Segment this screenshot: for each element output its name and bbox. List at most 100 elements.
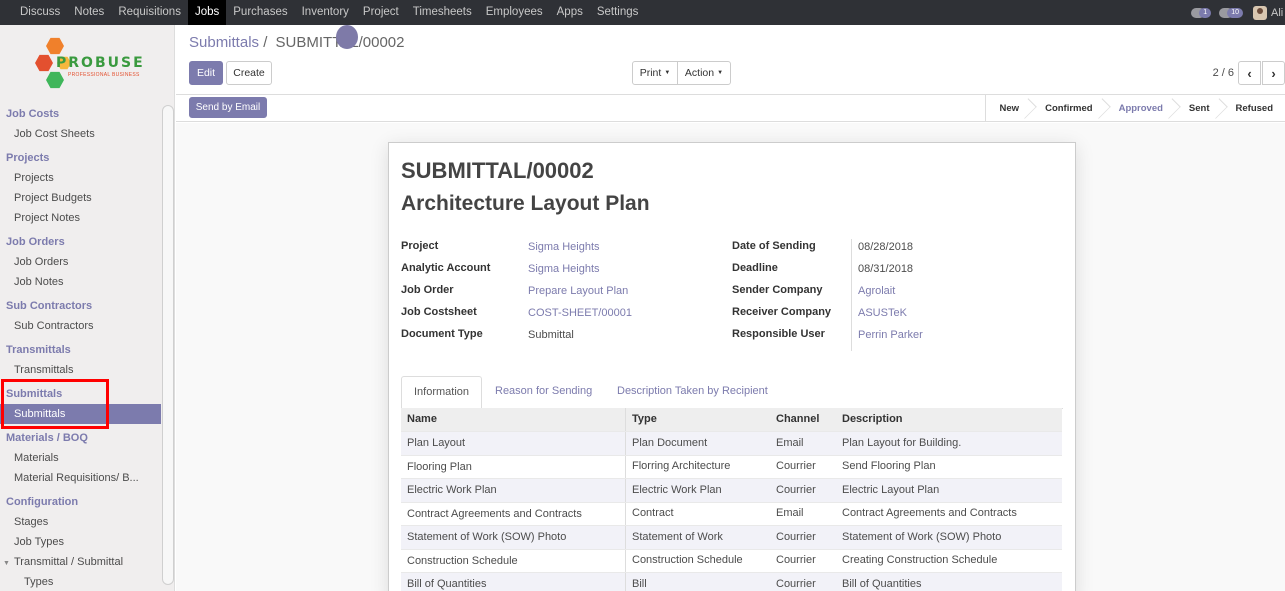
control-panel: Submittals / SUBMITTAL/00002 Edit Create…: [176, 25, 1285, 95]
stage-bar: New Confirmed Approved Sent Refused: [984, 95, 1285, 122]
sidebar-scrollbar[interactable]: [162, 105, 174, 585]
sidebar-item-materials[interactable]: Materials: [0, 448, 161, 468]
sidebar-section-configuration: Configuration: [6, 496, 79, 508]
sidebar-menu: Job Costs Job Cost Sheets Projects Projects…: [0, 100, 161, 591]
table-row[interactable]: Statement of Work (SOW) Photo Statement o…: [401, 526, 1062, 550]
table-row[interactable]: Construction Schedule Construction Schedu…: [401, 549, 1062, 573]
record-name: SUBMITTAL/00002: [401, 158, 594, 183]
sidebar-item-project-notes[interactable]: Project Notes: [0, 208, 161, 228]
field-value-analytic-account[interactable]: Sigma Heights: [528, 263, 600, 275]
sidebar-section-job-orders: Job Orders: [6, 236, 65, 248]
column-header-type[interactable]: Type: [626, 408, 770, 431]
sidebar-item-job-notes[interactable]: Job Notes: [0, 272, 161, 292]
sidebar-item-sub-contractors[interactable]: Sub Contractors: [0, 316, 161, 336]
sidebar-section-materials-boq: Materials / BOQ: [6, 432, 88, 444]
sidebar-item-submittals[interactable]: Submittals: [0, 404, 161, 424]
menu-inventory[interactable]: Inventory: [295, 0, 356, 25]
breadcrumb-parent[interactable]: Submittals: [189, 34, 259, 51]
column-header-name[interactable]: Name: [401, 408, 626, 431]
stage-approved[interactable]: Approved: [1105, 95, 1175, 122]
pager-next-button[interactable]: ›: [1262, 61, 1285, 85]
field-value-job-order[interactable]: Prepare Layout Plan: [528, 285, 628, 297]
table-row[interactable]: Electric Work Plan Electric Work Plan Cour…: [401, 479, 1062, 503]
tab-description-taken-by-recipient[interactable]: Description Taken by Recipient: [605, 376, 780, 409]
column-header-channel[interactable]: Channel: [770, 408, 836, 431]
table-row[interactable]: Bill of Quantities Bill Courrier Bill of Qu…: [401, 573, 1062, 591]
systray: 1 10 Ali: [1191, 0, 1285, 25]
stage-sent[interactable]: Sent: [1175, 95, 1222, 122]
field-value-project[interactable]: Sigma Heights: [528, 241, 600, 253]
sidebar-item-transmittal-submittal[interactable]: ▼ Transmittal / Submittal: [0, 552, 161, 572]
conversations-badge: 1: [1199, 7, 1212, 18]
field-label-job-order: Job Order: [401, 284, 454, 296]
print-dropdown[interactable]: Print ▼: [632, 61, 678, 85]
user-avatar[interactable]: [1253, 5, 1267, 20]
breadcrumb-separator: /: [263, 34, 268, 51]
pager-previous-button[interactable]: ‹: [1238, 61, 1261, 85]
sidebar-item-job-cost-sheets[interactable]: Job Cost Sheets: [0, 124, 161, 144]
table-cell-channel: Email: [776, 507, 804, 520]
stage-confirmed[interactable]: Confirmed: [1031, 95, 1105, 122]
create-button[interactable]: Create: [226, 61, 272, 85]
field-value-responsible-user[interactable]: Perrin Parker: [858, 329, 923, 341]
chevron-right-icon: ›: [1271, 65, 1276, 81]
menu-employees[interactable]: Employees: [479, 0, 550, 25]
table-cell-description: Contract Agreements and Contracts: [842, 507, 1017, 520]
field-divider: [851, 239, 852, 351]
field-value-receiver-company[interactable]: ASUSTeK: [858, 307, 907, 319]
sidebar-item-label: Types: [24, 576, 54, 588]
menu-discuss[interactable]: Discuss: [13, 0, 67, 25]
send-by-email-button[interactable]: Send by Email: [189, 97, 267, 118]
logo-word: PROBUSE: [56, 55, 145, 71]
sidebar-item-stages[interactable]: Stages: [0, 512, 161, 532]
sidebar-item-label: Transmittal / Submittal: [14, 556, 124, 568]
tab-information[interactable]: Information: [401, 376, 483, 410]
table-cell-channel: Courrier: [776, 554, 816, 567]
field-label-document-type: Document Type: [401, 328, 483, 340]
menu-project[interactable]: Project: [356, 0, 406, 25]
table-cell-channel: Courrier: [776, 483, 816, 496]
sidebar-item-job-types[interactable]: Job Types: [0, 532, 161, 552]
stage-refused[interactable]: Refused: [1222, 95, 1285, 122]
form-content: SUBMITTAL/00002 Architecture Layout Plan…: [176, 123, 1285, 591]
menu-notes[interactable]: Notes: [67, 0, 111, 25]
sidebar-item-projects[interactable]: Projects: [0, 168, 161, 188]
sidebar-section-job-costs: Job Costs: [6, 108, 60, 120]
menu-requisitions[interactable]: Requisitions: [111, 0, 188, 25]
edit-button[interactable]: Edit: [189, 61, 223, 85]
action-label: Action: [684, 67, 715, 79]
table-cell-name: Electric Work Plan: [401, 479, 626, 502]
chevron-left-icon: ‹: [1247, 65, 1252, 81]
sidebar-item-job-orders[interactable]: Job Orders: [0, 252, 161, 272]
column-header-description[interactable]: Description: [836, 408, 1062, 431]
company-logo: PROBUSE PROFESSIONAL BUSINESS: [34, 37, 146, 95]
menu-settings[interactable]: Settings: [590, 0, 646, 25]
action-dropdown[interactable]: Action ▼: [677, 61, 731, 85]
field-label-job-costsheet: Job Costsheet: [401, 306, 477, 318]
field-value-sender-company[interactable]: Agrolait: [858, 285, 895, 297]
user-name[interactable]: Ali: [1271, 7, 1285, 19]
pager-value[interactable]: 2 / 6: [1213, 67, 1234, 79]
menu-purchases[interactable]: Purchases: [226, 0, 294, 25]
menu-apps[interactable]: Apps: [550, 0, 590, 25]
table-row[interactable]: Flooring Plan Florring Architecture Courri…: [401, 455, 1062, 479]
sidebar-item-material-requisitions-b[interactable]: Material Requisitions/ B...: [0, 468, 161, 488]
sidebar-item-label: Job Types: [14, 536, 64, 548]
tab-reason-for-sending[interactable]: Reason for Sending: [483, 376, 604, 409]
sidebar-item-transmittals[interactable]: Transmittals: [0, 360, 161, 380]
information-table: Name Type Channel Description Plan Layout Pla…: [401, 408, 1062, 591]
field-value-job-costsheet[interactable]: COST-SHEET/00001: [528, 307, 632, 319]
table-row[interactable]: Contract Agreements and Contracts Contrac…: [401, 502, 1062, 526]
form-sheet: SUBMITTAL/00002 Architecture Layout Plan…: [388, 142, 1076, 591]
stage-new[interactable]: New: [986, 95, 1032, 122]
sidebar-item-types[interactable]: Types: [0, 572, 161, 591]
table-cell-description: Statement of Work (SOW) Photo: [842, 530, 1002, 543]
form-statusbar: Send by Email New Confirmed Approved Sent Re…: [176, 95, 1285, 122]
table-header: Name Type Channel Description: [401, 408, 1062, 432]
sidebar-item-project-budgets[interactable]: Project Budgets: [0, 188, 161, 208]
menu-jobs[interactable]: Jobs: [187, 0, 227, 25]
table-row[interactable]: Plan Layout Plan Document Email Plan Layout…: [401, 432, 1062, 456]
menu-timesheets[interactable]: Timesheets: [406, 0, 479, 25]
sidebar: PROBUSE PROFESSIONAL BUSINESS Job Costs J…: [0, 25, 175, 591]
record-title: Architecture Layout Plan: [401, 192, 650, 215]
